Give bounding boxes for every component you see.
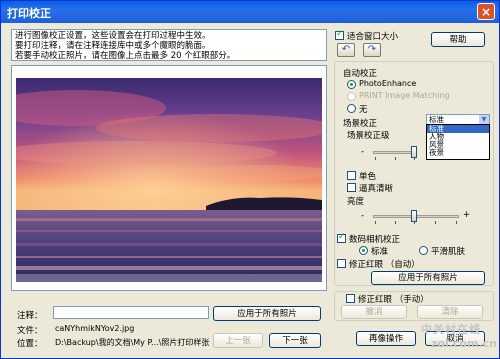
- auto-redeye-label: 修正红眼 （自动）: [349, 260, 420, 270]
- slider-tick: [395, 221, 396, 224]
- instruction-line: 若要手动校正照片，请在图像上点击最多 20 个红眼部分。: [15, 51, 236, 61]
- scene-option[interactable]: 夜景: [427, 149, 489, 157]
- close-button[interactable]: ×: [477, 3, 495, 20]
- digital-camera-label: 数码相机校正: [349, 235, 401, 245]
- monochrome-checkbox[interactable]: [347, 171, 356, 180]
- digital-camera-checkbox[interactable]: [337, 232, 346, 243]
- scene-selected-value: 标准: [429, 115, 444, 124]
- auto-option-label: PhotoEnhance: [359, 79, 417, 88]
- auto-correction-title: 自动校正: [343, 69, 378, 79]
- undo-button[interactable]: 撤消: [341, 305, 407, 319]
- location-path: D:\Backup\我的文档\My P...\照片打印样张: [55, 338, 210, 347]
- brightness-plus: +: [463, 210, 471, 220]
- monochrome-label: 单色: [359, 172, 377, 182]
- instructions-box: 进行图像校正设置，这些设置会在打印过程中生效。 要打印注释，请在注释连接库中或多…: [11, 29, 327, 61]
- photo-preview[interactable]: [16, 78, 322, 282]
- rotate-right-icon[interactable]: ↷: [363, 43, 381, 57]
- apply-all-photos-button[interactable]: 应用于所有照片: [371, 271, 485, 285]
- camera-option-label: 平滑肌肤: [431, 247, 466, 257]
- slider-tick: [375, 221, 376, 224]
- file-name: caNYhmikNYov2.jpg: [55, 324, 135, 333]
- slider-tick: [375, 157, 376, 160]
- sharpen-label: 逼真清晰: [359, 184, 394, 194]
- next-button[interactable]: 下一张: [269, 333, 321, 348]
- scene-minus: -: [361, 147, 365, 157]
- camera-standard-radio[interactable]: [359, 246, 368, 255]
- title-bar[interactable]: 打印校正 ×: [1, 1, 499, 23]
- sharpen-checkbox[interactable]: [347, 183, 356, 192]
- help-button[interactable]: 帮助: [431, 32, 485, 47]
- clear-button[interactable]: 清除: [417, 305, 483, 319]
- slider-tick: [414, 157, 415, 160]
- auto-none-radio[interactable]: [347, 104, 356, 113]
- apply-note-all-button[interactable]: 应用于所有照片: [213, 306, 321, 321]
- auto-photoenhance-radio[interactable]: [347, 80, 356, 89]
- file-label: 文件：: [17, 326, 43, 336]
- restore-button[interactable]: 再像操作: [356, 331, 416, 346]
- instruction-line: 要打印注释，请在注释连接库中或多个魔眼的脆面。: [15, 41, 211, 51]
- camera-option-label: 标准: [371, 247, 389, 257]
- slider-tick: [395, 157, 396, 160]
- scene-label: 场景校正: [343, 119, 378, 129]
- auto-option-label: PRINT Image Matching: [359, 91, 450, 100]
- window-title: 打印校正: [7, 7, 51, 20]
- watermark-text: 中关村在线: [421, 323, 481, 336]
- fit-window-checkbox[interactable]: [335, 29, 344, 40]
- chevron-down-icon[interactable]: ▼: [479, 115, 489, 124]
- camera-smooth-skin-radio[interactable]: [419, 246, 428, 255]
- slider-tick: [414, 221, 415, 224]
- auto-redeye-checkbox[interactable]: [337, 259, 346, 268]
- auto-option-label: 无: [359, 105, 368, 115]
- slider-tick: [435, 221, 436, 224]
- brightness-minus: -: [361, 211, 365, 221]
- brightness-label: 亮度: [347, 197, 365, 207]
- note-label: 注释：: [17, 311, 43, 321]
- preview-panel: [11, 65, 327, 291]
- auto-pim-radio[interactable]: [347, 92, 356, 101]
- scene-dropdown-list: 标准 人物 风景 夜景: [426, 124, 490, 160]
- fit-window-label: 适合窗口大小: [347, 32, 399, 42]
- print-correction-dialog: 打印校正 × 进行图像校正设置，这些设置会在打印过程中生效。 要打印注释，请在注…: [0, 0, 500, 359]
- manual-redeye-label: 修正红眼 （手动）: [358, 295, 429, 305]
- slider-tick: [456, 221, 457, 224]
- location-label: 位置：: [17, 339, 43, 349]
- manual-redeye-checkbox[interactable]: [346, 294, 355, 303]
- previous-button[interactable]: 上一张: [213, 333, 263, 348]
- sunset-photo: [16, 78, 322, 282]
- scene-level-label: 场景校正级: [347, 131, 390, 141]
- instruction-line: 进行图像校正设置，这些设置会在打印过程中生效。: [15, 31, 211, 41]
- note-input[interactable]: [53, 306, 209, 319]
- watermark-sub: zol.com.cn: [431, 337, 497, 350]
- rotate-left-icon[interactable]: ↶: [337, 43, 355, 57]
